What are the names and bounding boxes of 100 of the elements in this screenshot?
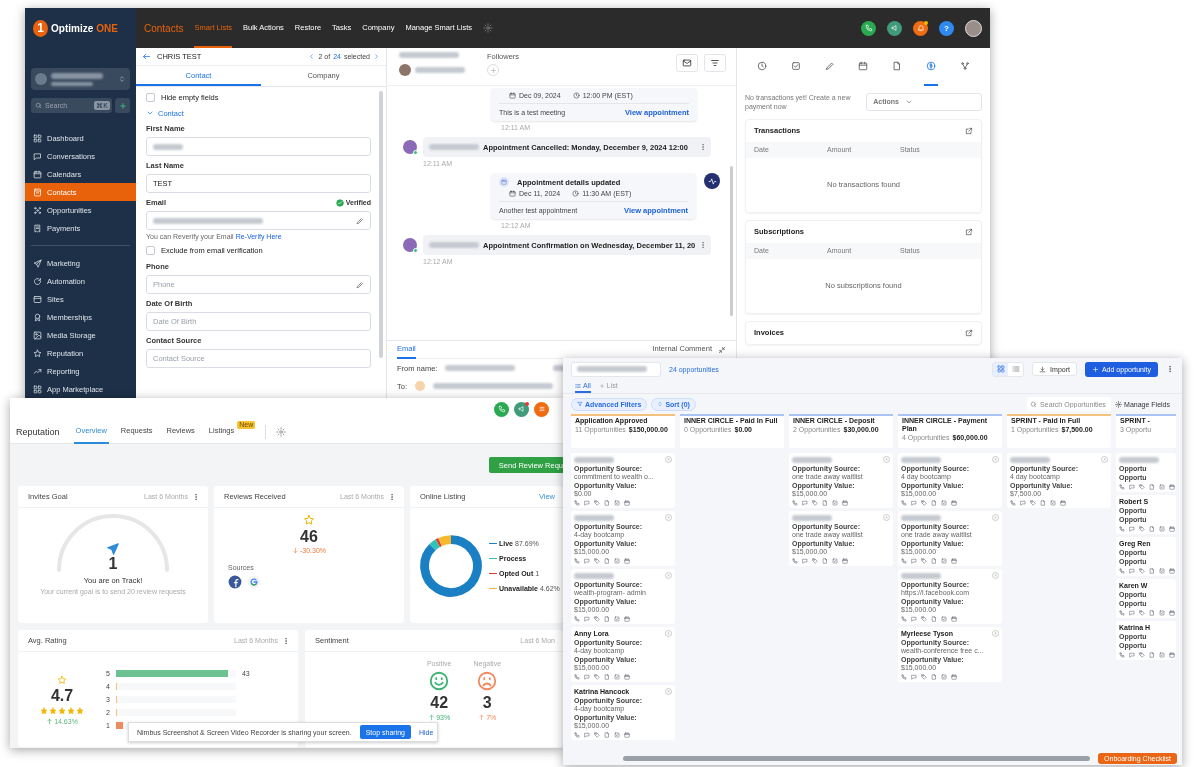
tag-icon[interactable] [1139, 568, 1145, 574]
tag-icon[interactable] [1139, 610, 1145, 616]
calendar-icon[interactable] [624, 732, 630, 738]
chat-bubble-icon[interactable] [1129, 526, 1135, 532]
calendar-icon[interactable] [624, 674, 630, 680]
phone-icon[interactable] [574, 616, 580, 622]
phone-icon[interactable] [1010, 500, 1016, 506]
chat-bubble-icon[interactable] [911, 616, 917, 622]
check-square-icon[interactable] [614, 558, 620, 564]
more-icon[interactable] [1166, 365, 1174, 373]
chat-bubble-icon[interactable] [802, 558, 808, 564]
chat-bubble-icon[interactable] [584, 558, 590, 564]
social-logo-icon[interactable] [228, 575, 242, 589]
external-link-icon[interactable] [965, 227, 973, 236]
calendar-icon[interactable] [1169, 568, 1175, 574]
chat-bubble-icon[interactable] [1129, 484, 1135, 490]
calendar-icon[interactable] [842, 558, 848, 564]
calendar-icon[interactable] [1060, 500, 1066, 506]
pencil-icon[interactable] [356, 216, 364, 225]
document-icon[interactable] [1040, 500, 1046, 506]
chat-bubble-icon[interactable] [802, 500, 808, 506]
chat-bubble-icon[interactable] [1129, 652, 1135, 658]
chat-bubble-icon[interactable] [1020, 500, 1026, 506]
phone-icon[interactable] [574, 674, 580, 680]
phone-icon[interactable] [1119, 652, 1125, 658]
chat-bubble-icon[interactable] [584, 674, 590, 680]
person-icon[interactable] [665, 572, 672, 579]
document-icon[interactable] [604, 500, 610, 506]
account-switcher[interactable] [31, 68, 130, 90]
document-icon[interactable] [1149, 652, 1155, 658]
document-icon[interactable] [931, 674, 937, 680]
chat-bubble-icon[interactable] [911, 500, 917, 506]
back-arrow-icon[interactable] [142, 52, 151, 61]
calendar-icon[interactable] [1169, 610, 1175, 616]
settings-icon[interactable] [483, 23, 494, 33]
person-icon[interactable] [992, 456, 999, 463]
tag-icon[interactable] [594, 616, 600, 622]
document-icon[interactable] [1149, 568, 1155, 574]
phone-icon[interactable] [574, 500, 580, 506]
check-square-icon[interactable] [614, 500, 620, 506]
previous-icon[interactable] [308, 53, 316, 60]
tag-icon[interactable] [1139, 652, 1145, 658]
email-button[interactable] [676, 54, 698, 72]
megaphone-button[interactable] [514, 401, 529, 417]
chat-bubble-icon[interactable] [584, 616, 590, 622]
tag-icon[interactable] [594, 732, 600, 738]
chat-bubble-icon[interactable] [584, 732, 590, 738]
more-icon[interactable] [388, 492, 396, 501]
activity-button[interactable] [704, 173, 720, 189]
phone-icon[interactable] [1119, 484, 1125, 490]
document-icon[interactable] [822, 500, 828, 506]
phone-icon[interactable] [901, 674, 907, 680]
tag-icon[interactable] [594, 674, 600, 680]
tag-icon[interactable] [921, 558, 927, 564]
collapse-icon[interactable] [718, 345, 726, 354]
document-icon[interactable] [604, 558, 610, 564]
document-icon[interactable] [1149, 484, 1155, 490]
chat-bubble-icon[interactable] [911, 558, 917, 564]
tag-icon[interactable] [1139, 484, 1145, 490]
external-link-icon[interactable] [965, 328, 973, 337]
person-icon[interactable] [665, 688, 672, 695]
phone-icon[interactable] [574, 732, 580, 738]
notifications-button[interactable] [913, 20, 928, 36]
next-icon[interactable] [373, 53, 380, 60]
phone-icon[interactable] [1119, 610, 1125, 616]
phone-icon[interactable] [901, 616, 907, 622]
tag-icon[interactable] [1139, 526, 1145, 532]
person-icon[interactable] [665, 456, 672, 463]
person-icon[interactable] [883, 456, 890, 463]
person-icon[interactable] [1101, 456, 1108, 463]
phone-icon[interactable] [901, 558, 907, 564]
check-square-icon[interactable] [941, 558, 947, 564]
check-square-icon[interactable] [832, 558, 838, 564]
calendar-icon[interactable] [624, 616, 630, 622]
document-icon[interactable] [931, 558, 937, 564]
calendar-icon[interactable] [951, 616, 957, 622]
phone-icon[interactable] [792, 500, 798, 506]
phone-button[interactable] [861, 20, 876, 36]
check-square-icon[interactable] [941, 674, 947, 680]
check-square-icon[interactable] [1159, 610, 1165, 616]
person-icon[interactable] [883, 514, 890, 521]
calendar-icon[interactable] [1169, 526, 1175, 532]
phone-icon[interactable] [792, 558, 798, 564]
tag-icon[interactable] [921, 616, 927, 622]
calendar-icon[interactable] [951, 558, 957, 564]
person-icon[interactable] [992, 514, 999, 521]
more-icon[interactable] [699, 143, 707, 151]
tag-icon[interactable] [812, 500, 818, 506]
tag-icon[interactable] [812, 558, 818, 564]
calendar-icon[interactable] [624, 558, 630, 564]
check-square-icon[interactable] [1159, 568, 1165, 574]
chat-bubble-icon[interactable] [911, 674, 917, 680]
person-icon[interactable] [992, 572, 999, 579]
list-button[interactable] [534, 401, 549, 417]
person-icon[interactable] [992, 630, 999, 637]
document-icon[interactable] [604, 674, 610, 680]
check-square-icon[interactable] [614, 674, 620, 680]
chat-bubble-icon[interactable] [1129, 610, 1135, 616]
view-toggle[interactable] [993, 362, 1009, 376]
phone-icon[interactable] [1119, 568, 1125, 574]
